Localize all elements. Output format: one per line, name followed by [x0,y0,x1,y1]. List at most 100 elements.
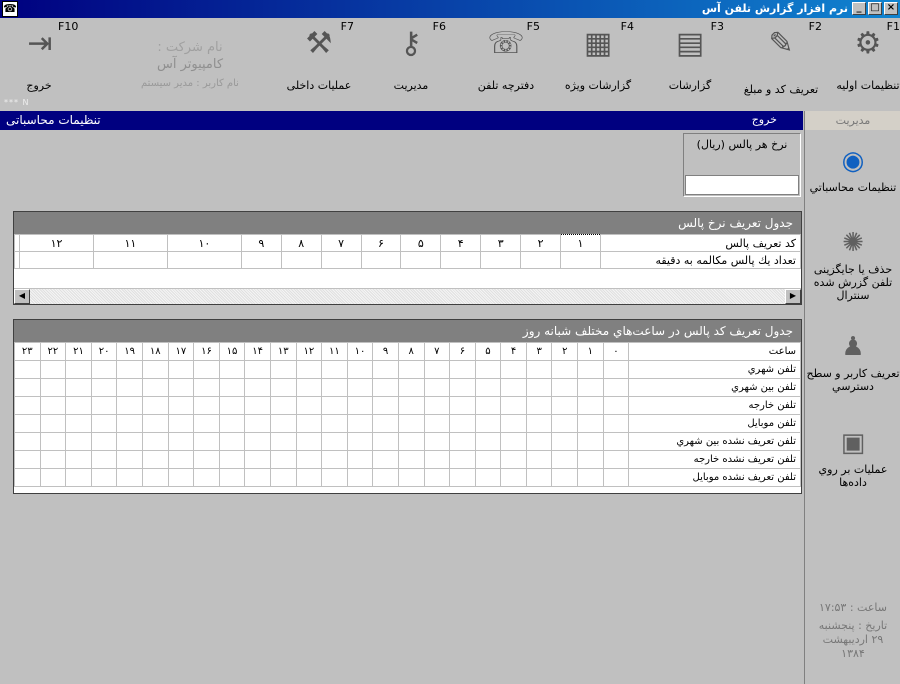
minimize-button[interactable]: _ [852,2,866,15]
hour-code-cell[interactable] [346,360,374,379]
pulse-minutes-cell[interactable] [240,251,282,269]
app-phone-icon[interactable]: ☎ [2,1,18,17]
hour-code-cell[interactable] [218,378,246,397]
hour-code-cell[interactable] [423,360,451,379]
sidebar-item-calc-settings[interactable]: ◉ تنظیمات محاسباتي [805,145,900,194]
hour-code-cell[interactable] [474,468,502,487]
hour-code-cell[interactable] [500,450,527,469]
hour-code-cell[interactable] [602,378,630,397]
hour-code-cell[interactable] [423,414,451,433]
hour-code-cell[interactable] [116,414,143,433]
hour-code-cell[interactable] [525,378,553,397]
hour-code-cell[interactable] [269,468,297,487]
hour-code-cell[interactable] [321,360,348,379]
hour-code-cell[interactable] [372,414,399,433]
hour-code-cell[interactable] [474,360,502,379]
hour-code-cell[interactable] [577,432,604,451]
hour-code-cell[interactable] [39,450,67,469]
hour-code-cell[interactable] [14,414,41,433]
hour-code-cell[interactable] [39,414,67,433]
hour-code-cell[interactable] [269,414,297,433]
hour-code-cell[interactable] [14,360,41,379]
hour-code-cell[interactable] [167,414,195,433]
hour-code-cell[interactable] [346,450,374,469]
pulse-code-cell[interactable]: ۵ [400,234,442,252]
hour-code-cell[interactable] [14,468,41,487]
hour-code-cell[interactable] [602,396,630,415]
hour-code-cell[interactable] [423,378,451,397]
toolbar-define-code-button[interactable]: ✎ F2 تعریف کد و مبلغ [740,20,822,98]
hour-code-cell[interactable] [602,360,630,379]
hour-code-cell[interactable] [244,432,271,451]
hour-code-cell[interactable] [602,468,630,487]
pulse-minutes-cell[interactable] [92,251,168,269]
hour-code-cell[interactable] [244,414,271,433]
hour-code-cell[interactable] [65,378,92,397]
pulse-minutes-cell[interactable] [280,251,322,269]
hour-code-cell[interactable] [397,432,425,451]
hour-code-cell[interactable] [116,450,143,469]
hour-code-cell[interactable] [218,360,246,379]
close-button[interactable]: × [884,2,898,15]
pulse-code-cell[interactable]: ۱۰ [166,234,242,252]
hour-code-cell[interactable] [321,450,348,469]
hour-code-cell[interactable] [551,360,579,379]
hour-code-cell[interactable] [65,396,92,415]
sidebar-item-replace-phone[interactable]: ✺ حذف یا جایگزینی تلفن گزرش شده سنترال [805,227,900,302]
hour-code-cell[interactable] [141,360,169,379]
hour-code-cell[interactable] [295,450,323,469]
hour-code-cell[interactable] [346,396,374,415]
hour-code-cell[interactable] [321,414,348,433]
hour-code-cell[interactable] [577,468,604,487]
hour-code-cell[interactable] [295,414,323,433]
hour-code-cell[interactable] [269,360,297,379]
pulse-code-cell[interactable]: ۱ [559,234,602,252]
hour-code-cell[interactable] [372,378,399,397]
hour-code-cell[interactable] [269,432,297,451]
sidebar-item-user-access[interactable]: ♟ تعریف کاربر و سطح دسترسي [805,331,900,393]
hour-code-cell[interactable] [602,432,630,451]
pulse-minutes-cell[interactable] [360,251,402,269]
hour-code-cell[interactable] [321,378,348,397]
hour-code-cell[interactable] [525,360,553,379]
hour-code-cell[interactable] [218,450,246,469]
pulse-code-cell[interactable]: ۸ [280,234,322,252]
hour-code-cell[interactable] [167,468,195,487]
hour-code-cell[interactable] [551,468,579,487]
hour-code-cell[interactable] [295,378,323,397]
hour-code-cell[interactable] [500,432,527,451]
hour-code-cell[interactable] [141,450,169,469]
toolbar-exit-button[interactable]: ⇥ F10 خروج [4,20,94,98]
hour-code-cell[interactable] [449,414,476,433]
hour-code-cell[interactable] [449,378,476,397]
pulse-code-cell[interactable]: ۱۲ [19,234,94,252]
hour-code-cell[interactable] [295,432,323,451]
pulse-code-cell[interactable]: ۱۱ [92,234,168,252]
hour-code-cell[interactable] [525,414,553,433]
hour-code-cell[interactable] [14,396,41,415]
hour-code-cell[interactable] [90,414,118,433]
hour-code-cell[interactable] [423,450,451,469]
toolbar-initial-settings-button[interactable]: ⚙ F1 تنظیمات اولیه [836,20,900,98]
pulse-code-cell[interactable]: ۴ [440,234,482,252]
hour-code-cell[interactable] [39,360,67,379]
toolbar-reports-button[interactable]: ▤ F3 گزارشات [654,20,726,98]
hour-code-cell[interactable] [449,468,476,487]
hour-code-cell[interactable] [577,378,604,397]
hour-code-cell[interactable] [577,450,604,469]
hour-code-cell[interactable] [346,468,374,487]
hour-code-cell[interactable] [449,450,476,469]
hour-code-cell[interactable] [423,396,451,415]
hour-code-cell[interactable] [65,414,92,433]
hour-code-cell[interactable] [321,396,348,415]
hour-code-cell[interactable] [423,468,451,487]
section-exit-link[interactable]: خروج [752,113,777,126]
pulse-rate-input[interactable] [685,175,799,195]
hour-code-cell[interactable] [90,360,118,379]
hour-code-cell[interactable] [525,450,553,469]
hour-code-cell[interactable] [577,360,604,379]
hour-code-cell[interactable] [295,468,323,487]
hour-code-cell[interactable] [474,396,502,415]
hour-code-cell[interactable] [90,468,118,487]
hour-code-cell[interactable] [423,432,451,451]
